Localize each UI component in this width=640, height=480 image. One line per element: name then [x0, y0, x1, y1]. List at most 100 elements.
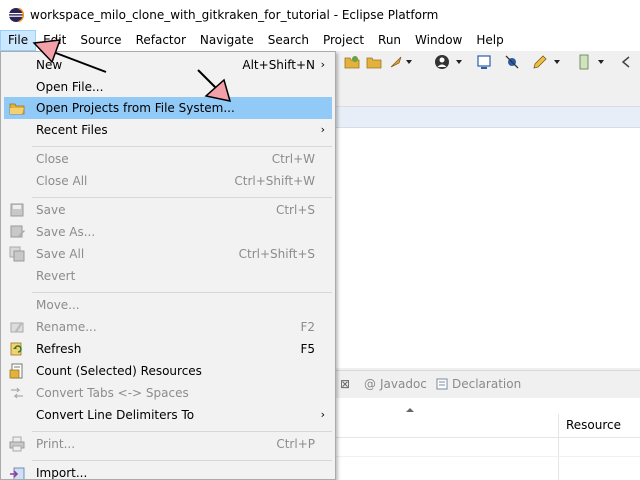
menu-refactor[interactable]: Refactor [129, 30, 193, 51]
menu-item-count-resources-label: Count (Selected) Resources [36, 364, 202, 378]
rename-icon [10, 322, 24, 333]
menu-item-rename[interactable]: Rename... F2 [4, 316, 332, 338]
menu-separator [32, 197, 332, 198]
menu-item-close[interactable]: Close Ctrl+W [4, 148, 332, 170]
file-icon[interactable] [576, 54, 592, 70]
open-folder-icon[interactable] [366, 54, 382, 70]
menu-run[interactable]: Run [371, 30, 408, 51]
submenu-arrow-icon: › [320, 123, 325, 136]
menu-item-recent-files[interactable]: Recent Files › [4, 119, 332, 141]
menu-item-new-accel: Alt+Shift+N [242, 58, 315, 72]
menu-item-convert-tabs[interactable]: Convert Tabs <-> Spaces [4, 382, 332, 404]
menu-navigate[interactable]: Navigate [193, 30, 261, 51]
run-tool-dropdown-icon[interactable] [406, 60, 412, 64]
menu-item-open-file-label: Open File... [36, 80, 104, 94]
back-icon[interactable] [618, 54, 634, 70]
editor-tab-band [336, 106, 640, 128]
bottom-panel: Resource [336, 398, 640, 480]
save-as-icon [10, 225, 25, 238]
close-tab-icon[interactable]: ⊠ [340, 377, 350, 391]
menu-item-close-all-accel: Ctrl+Shift+W [234, 174, 315, 188]
menu-bar: File Edit Source Refactor Navigate Searc… [0, 30, 640, 51]
menu-item-convert-line-delimiters-label: Convert Line Delimiters To [36, 408, 195, 422]
title-bar: workspace_milo_clone_with_gitkraken_for_… [0, 0, 640, 30]
tab-declaration-label: Declaration [452, 377, 522, 391]
pen-dropdown-icon[interactable] [554, 60, 560, 64]
skip-breakpoints-icon[interactable] [504, 54, 520, 70]
main-toolbar [336, 51, 640, 73]
menu-item-revert[interactable]: Revert [4, 265, 332, 287]
menu-item-rename-accel: F2 [300, 320, 315, 334]
menu-separator [32, 292, 332, 293]
save-icon [10, 203, 24, 217]
menu-item-save-label: Save [36, 203, 66, 217]
folder-icon [9, 103, 25, 115]
open-type-icon[interactable] [344, 54, 360, 70]
menu-item-print-accel: Ctrl+P [276, 437, 315, 451]
tab-javadoc-label: Javadoc [380, 377, 427, 391]
menu-item-close-label: Close [36, 152, 69, 166]
sort-caret-icon[interactable] [406, 408, 414, 412]
user-dropdown-icon[interactable] [456, 60, 462, 64]
menu-item-save-all-label: Save All [36, 247, 85, 261]
menu-file[interactable]: File [0, 30, 37, 51]
menu-item-close-all[interactable]: Close All Ctrl+Shift+W [4, 170, 332, 192]
menu-item-save[interactable]: Save Ctrl+S [4, 199, 332, 221]
menu-item-print-label: Print... [36, 437, 76, 451]
menu-edit[interactable]: Edit [36, 30, 73, 51]
console-icon[interactable] [476, 54, 492, 70]
menu-item-new[interactable]: New Alt+Shift+N › [4, 54, 332, 76]
save-all-icon [9, 246, 25, 262]
menu-item-revert-label: Revert [36, 269, 76, 283]
column-header-resource[interactable]: Resource [566, 418, 621, 432]
count-icon [9, 363, 23, 379]
refresh-icon [10, 342, 22, 356]
file-dropdown-icon[interactable] [598, 60, 604, 64]
menu-item-save-all[interactable]: Save All Ctrl+Shift+S [4, 243, 332, 265]
menu-help[interactable]: Help [469, 30, 510, 51]
menu-item-save-all-accel: Ctrl+Shift+S [238, 247, 315, 261]
menu-separator [32, 146, 332, 147]
menu-separator [32, 431, 332, 432]
tab-javadoc[interactable]: @ Javadoc [364, 377, 427, 391]
table-row [336, 456, 640, 457]
column-divider[interactable] [558, 414, 559, 480]
menu-search[interactable]: Search [261, 30, 316, 51]
tab-declaration[interactable]: Declaration [436, 377, 521, 391]
convert-tabs-icon [11, 387, 23, 399]
eclipse-icon [9, 7, 24, 23]
toolbar-secondary [336, 73, 640, 97]
menu-item-open-projects-label: Open Projects from File System... [36, 101, 235, 115]
menu-separator [32, 460, 332, 461]
menu-item-count-resources[interactable]: Count (Selected) Resources [4, 360, 332, 382]
editor-area [336, 128, 640, 368]
menu-item-import[interactable]: Import... [4, 462, 332, 480]
menu-item-new-label: New [36, 58, 63, 72]
menu-item-open-projects[interactable]: Open Projects from File System... [4, 97, 332, 119]
menu-source[interactable]: Source [73, 30, 128, 51]
menu-item-refresh-label: Refresh [36, 342, 82, 356]
window-title: workspace_milo_clone_with_gitkraken_for_… [30, 8, 439, 22]
menu-item-save-accel: Ctrl+S [275, 203, 315, 217]
menu-item-recent-files-label: Recent Files [36, 123, 108, 137]
pen-icon[interactable] [532, 54, 548, 70]
menu-item-refresh[interactable]: Refresh F5 [4, 338, 332, 360]
run-tool-icon[interactable] [388, 54, 404, 70]
menu-item-close-accel: Ctrl+W [271, 152, 315, 166]
menu-window[interactable]: Window [408, 30, 469, 51]
bottom-panel-tabs: ⊠ @ Javadoc Declaration [336, 370, 640, 398]
user-icon[interactable] [434, 54, 450, 70]
menu-item-print[interactable]: Print... Ctrl+P [4, 433, 332, 455]
menu-item-move-label: Move... [36, 298, 80, 312]
javadoc-icon: @ [364, 377, 376, 391]
menu-item-refresh-accel: F5 [300, 342, 315, 356]
menu-project[interactable]: Project [316, 30, 371, 51]
submenu-arrow-icon: › [320, 58, 325, 71]
file-menu-dropdown: New Alt+Shift+N › Open File... Open Proj… [0, 51, 336, 480]
import-icon [10, 467, 25, 479]
menu-item-import-label: Import... [36, 466, 88, 480]
menu-item-open-file[interactable]: Open File... [4, 76, 332, 98]
menu-item-save-as[interactable]: Save As... [4, 221, 332, 243]
menu-item-move[interactable]: Move... [4, 294, 332, 316]
menu-item-convert-line-delimiters[interactable]: Convert Line Delimiters To › [4, 404, 332, 426]
